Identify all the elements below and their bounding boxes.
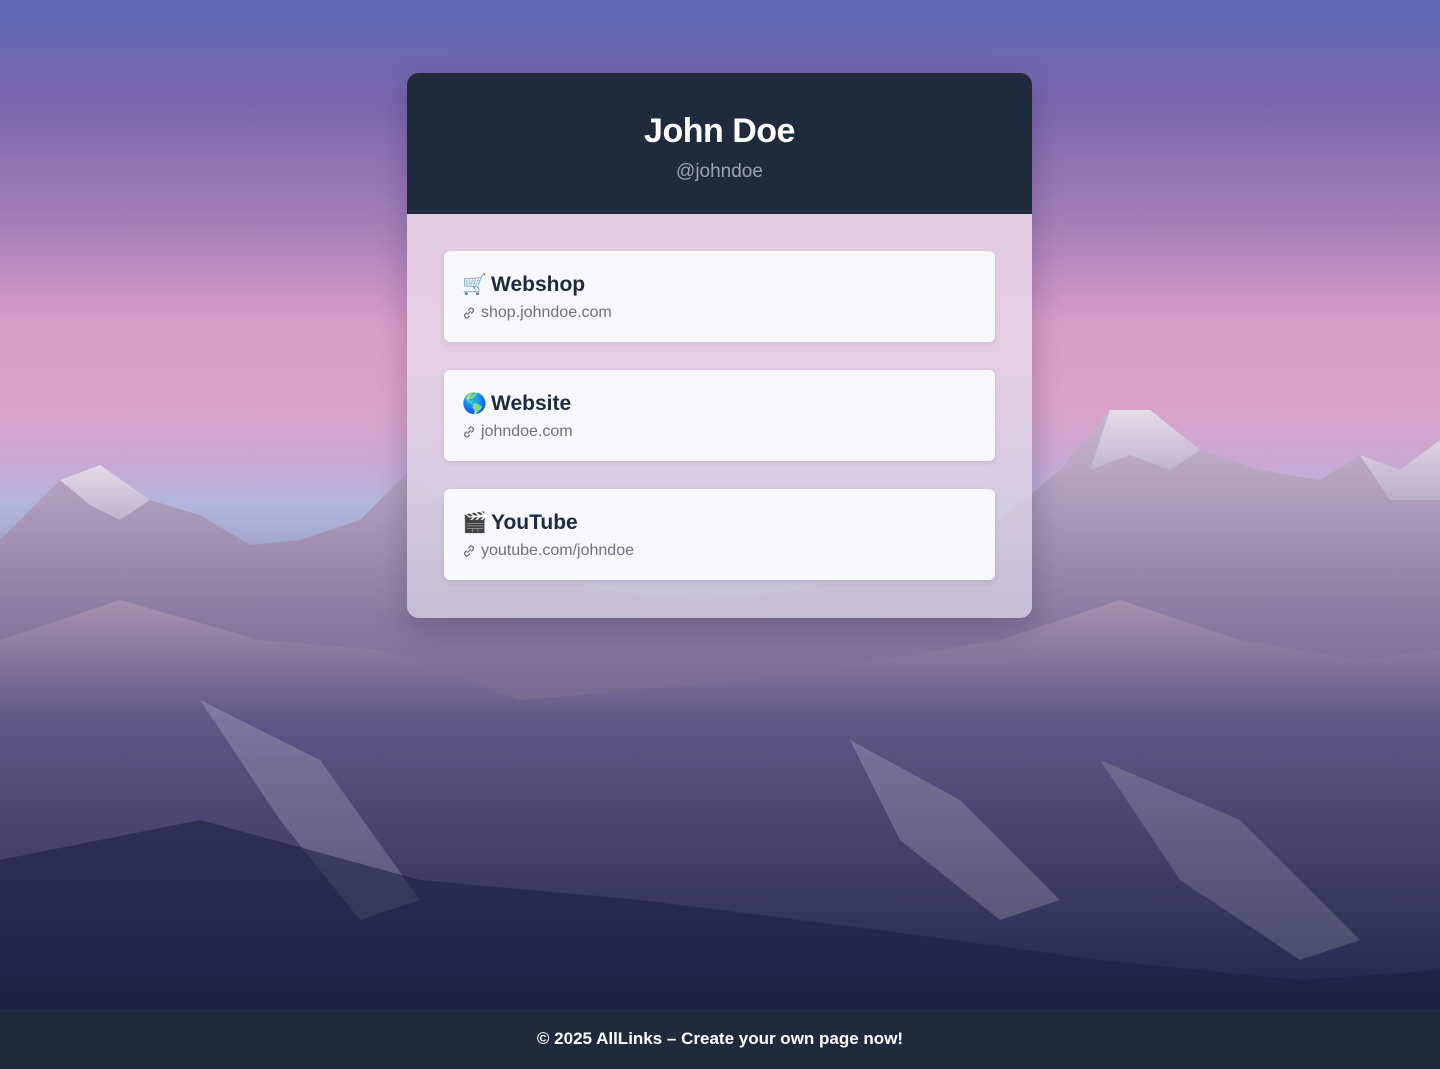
link-card-youtube[interactable]: 🎬 YouTube youtube.com/johndoe <box>444 489 995 580</box>
link-title-row: 🌎 Website <box>462 390 977 418</box>
link-url-row: shop.johndoe.com <box>462 303 977 323</box>
link-url: youtube.com/johndoe <box>481 542 634 559</box>
link-chain-icon <box>464 307 474 319</box>
profile-name: John Doe <box>644 112 795 150</box>
globe-icon: 🌎 <box>462 393 487 415</box>
links-list: 🛒 Webshop shop.johndoe.com 🌎 Website joh… <box>407 214 1032 618</box>
profile-handle: @johndoe <box>676 161 763 182</box>
profile-card: John Doe @johndoe 🛒 Webshop shop.johndoe… <box>407 73 1032 618</box>
link-url: shop.johndoe.com <box>481 304 612 321</box>
profile-header: John Doe @johndoe <box>407 73 1032 214</box>
page: John Doe @johndoe 🛒 Webshop shop.johndoe… <box>0 0 1440 1069</box>
link-title-row: 🎬 YouTube <box>462 509 977 537</box>
link-chain-icon <box>464 545 474 557</box>
shopping-cart-icon: 🛒 <box>462 274 487 296</box>
link-url-row: youtube.com/johndoe <box>462 541 977 561</box>
link-card-webshop[interactable]: 🛒 Webshop shop.johndoe.com <box>444 251 995 342</box>
link-chain-icon <box>464 426 474 438</box>
clapperboard-icon: 🎬 <box>462 512 487 534</box>
link-url-row: johndoe.com <box>462 422 977 442</box>
footer: © 2025 AllLinks – Create your own page n… <box>0 1009 1440 1069</box>
link-card-website[interactable]: 🌎 Website johndoe.com <box>444 370 995 461</box>
footer-text[interactable]: © 2025 AllLinks – Create your own page n… <box>537 1029 903 1048</box>
link-title: Webshop <box>491 273 586 296</box>
link-title: YouTube <box>491 511 578 534</box>
link-title-row: 🛒 Webshop <box>462 271 977 299</box>
link-title: Website <box>491 392 572 415</box>
link-url: johndoe.com <box>481 423 573 440</box>
